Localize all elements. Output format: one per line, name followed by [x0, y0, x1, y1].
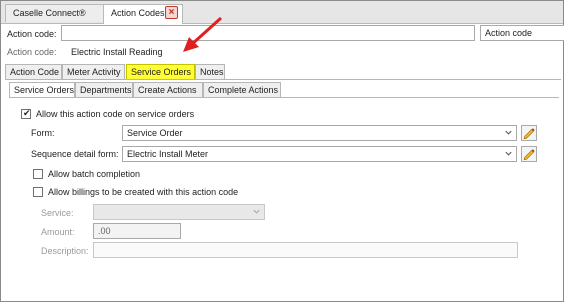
- edit-sequence-detail-button[interactable]: [521, 146, 537, 162]
- annotation-arrow-icon: [183, 16, 223, 52]
- tab-service-orders[interactable]: Service Orders: [126, 64, 195, 79]
- service-select[interactable]: [93, 204, 265, 220]
- description-input[interactable]: [93, 242, 518, 258]
- tab-meter-activity[interactable]: Meter Activity: [62, 64, 125, 79]
- allow-batch-checkbox[interactable]: [33, 169, 43, 179]
- subtab-complete-actions[interactable]: Complete Actions: [203, 82, 281, 97]
- main-tab-divider: [5, 79, 561, 80]
- sub-tab-divider: [9, 97, 559, 98]
- chevron-down-icon: [253, 209, 260, 214]
- pencil-icon: [523, 149, 535, 161]
- sequence-detail-label: Sequence detail form:: [31, 149, 119, 159]
- tab-notes[interactable]: Notes: [195, 64, 225, 79]
- amount-input[interactable]: .00: [93, 223, 181, 239]
- allow-service-orders-checkbox[interactable]: ✔: [21, 108, 31, 119]
- sequence-detail-select[interactable]: Electric Install Meter: [122, 146, 517, 162]
- allow-service-orders-label: Allow this action code on service orders: [36, 109, 195, 119]
- doc-tab-caselle-connect[interactable]: Caselle Connect®: [5, 4, 105, 22]
- subtab-create-actions[interactable]: Create Actions: [133, 82, 203, 97]
- close-tab-icon[interactable]: ×: [165, 6, 178, 19]
- allow-billings-label: Allow billings to be created with this a…: [48, 187, 239, 197]
- sub-tab-bar: Service Orders Departments Create Action…: [9, 82, 559, 97]
- search-field-select[interactable]: Action code: [480, 25, 564, 41]
- checkmark-icon: ✔: [23, 108, 31, 118]
- chevron-down-icon: [505, 151, 512, 156]
- search-label: Action code:: [7, 29, 57, 39]
- allow-batch-label: Allow batch completion: [48, 169, 141, 179]
- form-label: Form:: [31, 128, 55, 138]
- tab-action-code[interactable]: Action Code: [5, 64, 62, 79]
- document-tab-bar: Caselle Connect® Action Codes ×: [1, 1, 563, 24]
- pencil-icon: [523, 128, 535, 140]
- amount-label: Amount:: [41, 227, 75, 237]
- description-label: Description:: [41, 246, 89, 256]
- form-select[interactable]: Service Order: [122, 125, 517, 141]
- edit-form-button[interactable]: [521, 125, 537, 141]
- main-tab-bar: Action Code Meter Activity Service Order…: [5, 64, 561, 79]
- chevron-down-icon: [505, 130, 512, 135]
- service-label: Service:: [41, 208, 74, 218]
- subtab-service-orders[interactable]: Service Orders: [9, 82, 75, 97]
- allow-billings-checkbox[interactable]: [33, 187, 43, 197]
- app-window: Caselle Connect® Action Codes × Action c…: [0, 0, 564, 302]
- record-label: Action code:: [7, 47, 57, 57]
- subtab-departments[interactable]: Departments: [75, 82, 133, 97]
- record-value: Electric Install Reading: [71, 47, 163, 57]
- action-code-search-input[interactable]: [61, 25, 475, 41]
